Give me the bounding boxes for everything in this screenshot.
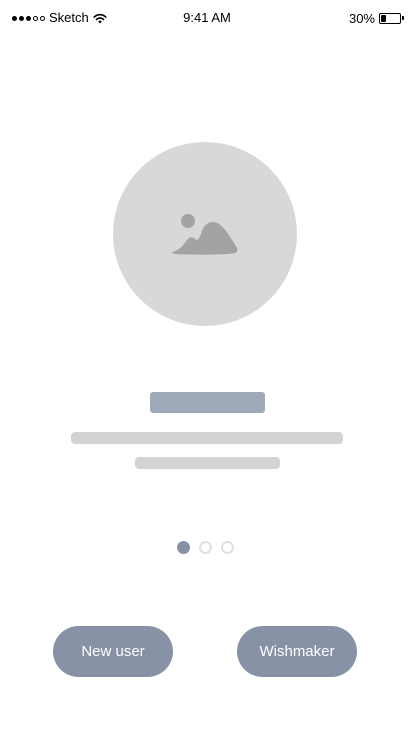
image-placeholder-icon	[171, 214, 238, 255]
description-placeholder-line	[135, 457, 280, 469]
status-right: 30%	[349, 10, 404, 26]
page-indicator	[177, 541, 234, 554]
page-dot[interactable]	[199, 541, 212, 554]
onboarding-illustration	[113, 142, 297, 326]
title-placeholder	[150, 392, 265, 413]
description-placeholder-line	[71, 432, 343, 444]
page-dot[interactable]	[221, 541, 234, 554]
status-bar: Sketch 9:41 AM 30%	[0, 0, 414, 36]
wishmaker-button[interactable]: Wishmaker	[237, 626, 357, 677]
battery-tip	[402, 16, 404, 20]
battery-percent: 30%	[348, 10, 375, 26]
page-dot-active[interactable]	[177, 541, 190, 554]
battery-icon	[379, 12, 404, 24]
new-user-button[interactable]: New user	[53, 626, 173, 677]
battery-fill	[381, 14, 386, 22]
